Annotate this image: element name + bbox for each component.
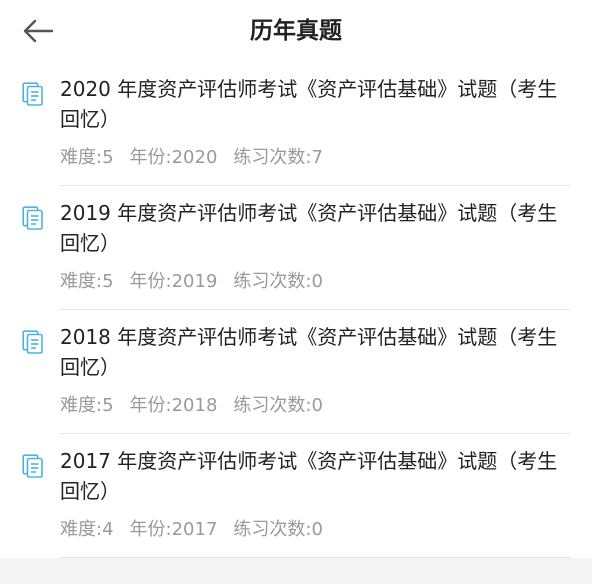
- list-item[interactable]: 2017 年度资产评估师考试《资产评估基础》试题（考生回忆） 难度:4 年份:20…: [0, 434, 592, 558]
- year-label: 年份:2020: [129, 147, 218, 168]
- practice-count-label: 练习次数:0: [233, 519, 323, 540]
- practice-count-label: 练习次数:0: [233, 395, 323, 416]
- item-title: 2017 年度资产评估师考试《资产评估基础》试题（考生回忆）: [60, 449, 558, 503]
- item-title: 2018 年度资产评估师考试《资产评估基础》试题（考生回忆）: [60, 325, 558, 379]
- item-meta: 难度:5 年份:2020 练习次数:7: [60, 146, 339, 170]
- document-icon: [22, 82, 43, 106]
- item-title: 2020 年度资产评估师考试《资产评估基础》试题（考生回忆）: [60, 77, 558, 131]
- item-meta: 难度:4 年份:2017 练习次数:0: [60, 518, 339, 542]
- year-label: 年份:2017: [129, 519, 218, 540]
- exam-list: 2020 年度资产评估师考试《资产评估基础》试题（考生回忆） 难度:5 年份:20…: [0, 62, 592, 558]
- item-meta: 难度:5 年份:2019 练习次数:0: [60, 270, 339, 294]
- difficulty-label: 难度:5: [60, 395, 114, 416]
- list-item[interactable]: 2019 年度资产评估师考试《资产评估基础》试题（考生回忆） 难度:5 年份:20…: [0, 186, 592, 310]
- difficulty-label: 难度:5: [60, 271, 114, 292]
- document-icon: [22, 206, 43, 230]
- year-label: 年份:2018: [129, 395, 218, 416]
- practice-count-label: 练习次数:0: [233, 271, 323, 292]
- item-meta: 难度:5 年份:2018 练习次数:0: [60, 394, 339, 418]
- year-label: 年份:2019: [129, 271, 218, 292]
- app-header: 历年真题: [0, 0, 592, 62]
- bottom-spacer: [0, 558, 592, 584]
- list-item[interactable]: 2018 年度资产评估师考试《资产评估基础》试题（考生回忆） 难度:5 年份:20…: [0, 310, 592, 434]
- practice-count-label: 练习次数:7: [233, 147, 323, 168]
- item-title: 2019 年度资产评估师考试《资产评估基础》试题（考生回忆）: [60, 201, 558, 255]
- difficulty-label: 难度:5: [60, 147, 114, 168]
- document-icon: [22, 454, 43, 478]
- difficulty-label: 难度:4: [60, 519, 114, 540]
- page-title: 历年真题: [250, 18, 342, 44]
- document-icon: [22, 330, 43, 354]
- list-item[interactable]: 2020 年度资产评估师考试《资产评估基础》试题（考生回忆） 难度:5 年份:20…: [0, 62, 592, 186]
